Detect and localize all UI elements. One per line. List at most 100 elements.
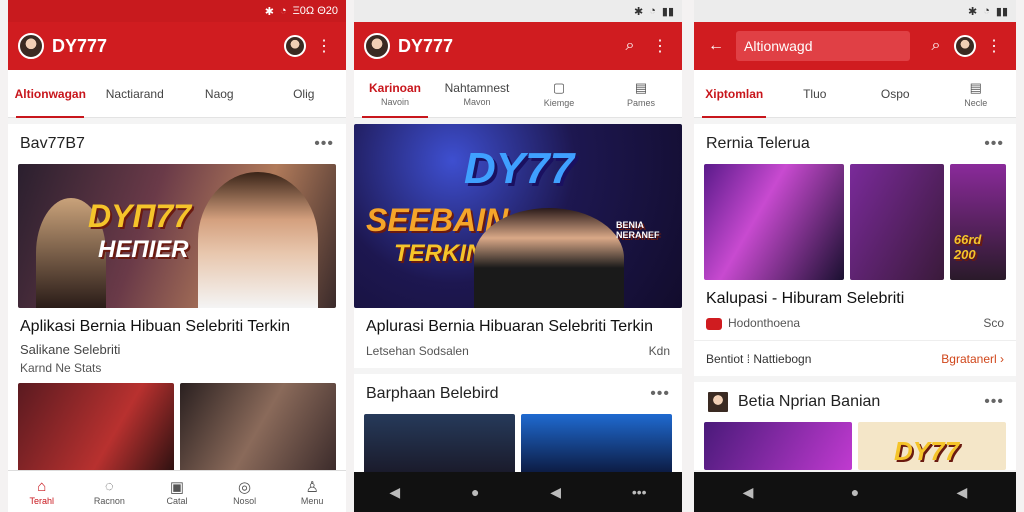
more-vert-icon[interactable]: ⋮ bbox=[648, 34, 672, 58]
back-icon[interactable]: ◀ bbox=[389, 484, 400, 501]
card-headline[interactable]: Aplikasi Bernia Hibuan Selebriti Terkin bbox=[8, 308, 346, 340]
arrow-back-icon[interactable]: ← bbox=[704, 34, 728, 58]
feature-card[interactable]: DY77 SEEBAIN TERKIN BENIA NERANEF Aplura… bbox=[354, 124, 682, 368]
tab-pames[interactable]: ▤ Pames bbox=[600, 70, 682, 118]
feature-card[interactable]: Rernia Telerua ••• 66rd 200 Kalupasi - H… bbox=[694, 124, 1016, 376]
card-header: Bav77B7 ••• bbox=[8, 124, 346, 164]
tab-nactiarand[interactable]: Nactiarand bbox=[93, 70, 178, 118]
status-bar: ✱ ◔ ▮▮ bbox=[694, 0, 1016, 22]
stage: ✱ ◔ Ξ0Ω Θ20 DY777 ⋮ Altionwagan Nactiara… bbox=[0, 0, 1024, 512]
app-bar: DY777 ⌕ ⋮ bbox=[354, 22, 682, 70]
more-vert-icon[interactable]: ⋮ bbox=[312, 34, 336, 58]
link-row[interactable]: Bentiot ⁞ Nattiebogn Bgratanerl › bbox=[694, 340, 1016, 376]
thumbnail[interactable] bbox=[704, 422, 852, 470]
tab-altionwagan[interactable]: Altionwagan bbox=[8, 70, 93, 118]
thumbnail[interactable]: 66rd 200 bbox=[949, 164, 1006, 280]
system-nav-bar: ◀ ● ◀ bbox=[694, 472, 1016, 512]
tab-label: Altionwagan bbox=[14, 86, 86, 101]
nav-label: Menu bbox=[300, 495, 324, 506]
feature-card[interactable]: Bav77B7 ••• DYΠ77 HEΠIER Aplikasi Bernia… bbox=[8, 124, 346, 475]
tab-sublabel: Mavon bbox=[463, 96, 491, 107]
hero-small: BENIA NERANEF bbox=[616, 220, 660, 240]
app-bar: ← Altionwagd ⌕ ⋮ bbox=[694, 22, 1016, 70]
more-horiz-icon[interactable]: ••• bbox=[984, 393, 1004, 411]
tab-label: Nahtamnest bbox=[444, 80, 510, 95]
thumbnail[interactable] bbox=[521, 414, 672, 474]
bluetooth-icon: ✱ bbox=[968, 5, 978, 18]
search-icon[interactable]: ⌕ bbox=[618, 34, 642, 58]
card-meta-right: Sco bbox=[983, 316, 1004, 330]
tab-kiemge[interactable]: ▢ Kiemge bbox=[518, 70, 600, 118]
section-title: Betia Nprian Banian bbox=[738, 393, 881, 410]
nav-label: Nosol bbox=[233, 495, 257, 506]
thumbnail[interactable] bbox=[704, 164, 845, 280]
card-header: Rernia Telerua ••• bbox=[694, 124, 1016, 164]
more-horiz-icon[interactable]: ••• bbox=[650, 385, 670, 403]
home-circle-icon[interactable]: ● bbox=[471, 484, 479, 500]
search-input[interactable]: Altionwagd bbox=[736, 31, 910, 61]
avatar[interactable] bbox=[364, 33, 390, 59]
nav-chat[interactable]: ◌ Racnon bbox=[76, 471, 144, 512]
more-vert-icon[interactable]: ⋮ bbox=[982, 34, 1006, 58]
thumbnail[interactable] bbox=[364, 414, 515, 474]
thumbnail[interactable] bbox=[18, 383, 174, 475]
tab-naog[interactable]: Naog bbox=[177, 70, 262, 118]
more-horiz-icon[interactable]: ••• bbox=[632, 484, 647, 500]
tab-xiptomlan[interactable]: Xiptomlan bbox=[694, 70, 775, 118]
nav-video[interactable]: ▣ Catal bbox=[143, 471, 211, 512]
hero-line-2: TERKIN bbox=[394, 240, 484, 267]
card-headline[interactable]: Kalupasi - Hiburam Selebriti bbox=[694, 280, 1016, 312]
profile-icon: ♙ bbox=[305, 478, 319, 496]
more-horiz-icon[interactable]: ••• bbox=[984, 135, 1004, 153]
home-circle-icon[interactable]: ● bbox=[851, 484, 859, 500]
tab-label: Karinoan bbox=[368, 80, 421, 95]
phone-screen-detail: ✱ ◔ ▮▮ DY777 ⌕ ⋮ Karinoan Navoin Nahtamne… bbox=[354, 0, 682, 512]
section-card[interactable]: Betia Nprian Banian ••• DY77 bbox=[694, 382, 1016, 470]
search-icon[interactable]: ⌕ bbox=[924, 34, 948, 58]
app-bar: DY777 ⋮ bbox=[8, 22, 346, 70]
nav-label: Terahl bbox=[29, 495, 55, 506]
bluetooth-icon: ✱ bbox=[264, 5, 274, 18]
more-horiz-icon[interactable]: ••• bbox=[314, 135, 334, 153]
nav-home[interactable]: ⌂ Terahl bbox=[8, 471, 76, 512]
tab-label: Olig bbox=[293, 86, 315, 101]
nav-profile[interactable]: ♙ Menu bbox=[278, 471, 346, 512]
card-meta: Letsehan Sodsalen bbox=[366, 344, 469, 358]
nav-explore[interactable]: ◎ Nosol bbox=[211, 471, 279, 512]
promo-thumbnail[interactable]: DY77 bbox=[858, 422, 1006, 470]
tab-sublabel: Kiemge bbox=[543, 97, 575, 108]
section-card[interactable]: Barphaan Belebird ••• bbox=[354, 374, 682, 474]
thumbnail-text: 66rd 200 bbox=[953, 232, 982, 262]
back-icon[interactable]: ◀ bbox=[957, 484, 968, 501]
tab-label: Naog bbox=[204, 86, 234, 101]
card-meta-right: Kdn bbox=[648, 344, 670, 358]
thumbnail[interactable] bbox=[850, 164, 944, 280]
profile-avatar[interactable] bbox=[284, 35, 306, 57]
link-row-action[interactable]: Bgratanerl › bbox=[941, 352, 1004, 366]
tab-sublabel: Necle bbox=[964, 97, 988, 108]
hero-banner[interactable]: DY77 SEEBAIN TERKIN BENIA NERANEF bbox=[354, 124, 682, 308]
compass-icon: ◎ bbox=[238, 478, 252, 496]
video-icon: ▣ bbox=[169, 478, 185, 496]
chat-icon: ◌ bbox=[104, 477, 114, 495]
back-icon[interactable]: ◀ bbox=[743, 484, 754, 501]
tab-icon: ▤ bbox=[634, 79, 648, 95]
profile-avatar[interactable] bbox=[954, 35, 976, 57]
card-header: Betia Nprian Banian ••• bbox=[694, 382, 1016, 422]
status-bar: ✱ ◔ ▮▮ bbox=[354, 0, 682, 22]
hero-image[interactable]: DYΠ77 HEΠIER bbox=[18, 164, 336, 308]
avatar[interactable] bbox=[18, 33, 44, 59]
thumbnail[interactable] bbox=[180, 383, 336, 475]
tab-karinoan[interactable]: Karinoan Navoin bbox=[354, 70, 436, 118]
nav-label: Racnon bbox=[93, 495, 125, 506]
tab-tluo[interactable]: Tluo bbox=[775, 70, 856, 118]
card-headline[interactable]: Aplurasi Bernia Hibuaran Selebriti Terki… bbox=[354, 308, 682, 340]
back-icon[interactable]: ◀ bbox=[550, 484, 561, 501]
tab-ospo[interactable]: Ospo bbox=[855, 70, 936, 118]
tab-necle[interactable]: ▤ Necle bbox=[936, 70, 1017, 118]
tab-olig[interactable]: Olig bbox=[262, 70, 347, 118]
card-meta-row: Hodonthoena Sco bbox=[694, 312, 1016, 340]
card-meta: Hodonthoena bbox=[706, 316, 983, 330]
tab-nahtamnest[interactable]: Nahtamnest Mavon bbox=[436, 70, 518, 118]
section-avatar bbox=[706, 390, 730, 414]
